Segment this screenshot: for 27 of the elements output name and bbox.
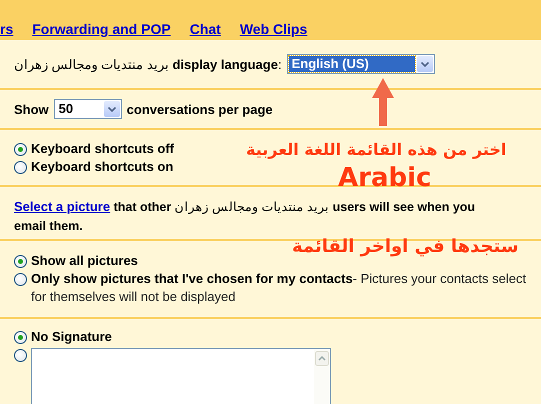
radio-button[interactable] — [14, 255, 27, 268]
caret-icon — [108, 106, 116, 112]
signature-field[interactable] — [31, 348, 331, 404]
settings-tab[interactable]: Forwarding and POP — [32, 21, 171, 37]
radio-label: Show all pictures — [31, 252, 138, 270]
radio-label: Keyboard shortcuts on — [31, 158, 174, 176]
language-select[interactable]: English (US) — [286, 54, 435, 74]
annotation-arrow — [372, 78, 394, 126]
radio-button[interactable] — [14, 273, 27, 286]
settings-tab[interactable]: rs — [0, 21, 14, 37]
annotation-text: ستجدها في اواخر القائمة — [292, 236, 519, 258]
select-picture-link[interactable]: Select a picture — [14, 199, 110, 214]
annotation-text: اختر من هذه القائمة اللغة العربية — [246, 140, 506, 159]
radio-button[interactable] — [14, 349, 27, 362]
show-label: Show — [14, 102, 49, 116]
radio-button[interactable] — [14, 142, 27, 156]
conversations-label: conversations per page — [126, 102, 273, 116]
radio-button[interactable] — [14, 160, 27, 174]
radio-label: Keyboard shortcuts off — [31, 140, 174, 158]
scroll-up-icon — [315, 351, 329, 366]
settings-tab[interactable]: Web Clips — [240, 21, 308, 37]
conversations-select[interactable]: 50 — [54, 99, 122, 119]
radio-label: No Signature — [31, 328, 112, 346]
caret-icon — [420, 62, 429, 66]
settings-tab[interactable]: Chat — [190, 21, 221, 37]
radio-label: Only show pictures that I've chosen for my contacts- Pictures your contacts select for themselves will not be displayed — [31, 270, 527, 306]
radio-button[interactable] — [14, 331, 27, 344]
